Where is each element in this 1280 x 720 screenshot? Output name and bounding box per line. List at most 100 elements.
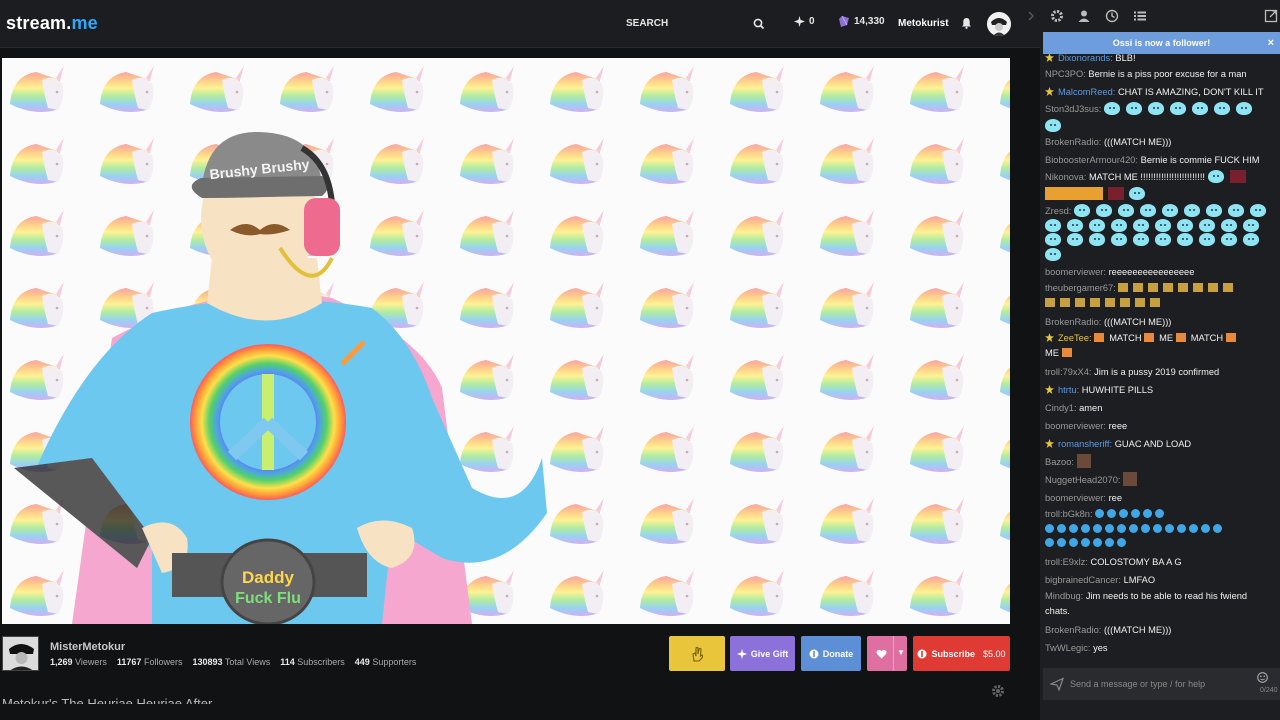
emote-icon [1045, 233, 1061, 246]
face-emote-icon [1123, 472, 1138, 486]
emote-icon [1191, 102, 1208, 115]
emote-icon [1103, 102, 1120, 115]
drop-emote-icon [1117, 538, 1126, 547]
chat-message: TwWLegic: yes [1045, 639, 1273, 657]
chat-username[interactable]: theubergamer67: [1045, 283, 1116, 293]
channel-name[interactable]: MisterMetokur [50, 641, 125, 653]
history-icon[interactable] [1105, 9, 1119, 23]
popout-icon[interactable] [1264, 9, 1278, 23]
emote-icon [1073, 204, 1090, 217]
donate-button[interactable]: Donate [801, 636, 861, 671]
heart-button[interactable]: ▼ [867, 636, 907, 671]
chevron-right-icon[interactable] [1024, 9, 1038, 23]
chat-username[interactable]: troll:E9xlz: [1045, 557, 1088, 567]
emote-icon [1161, 204, 1178, 217]
viewers-stat: 1,269 Viewers [50, 657, 107, 667]
chat-message: Zresd: [1045, 204, 1273, 262]
chat-username[interactable]: BrokenRadio: [1045, 137, 1101, 147]
search-bar[interactable]: SEARCH [618, 14, 772, 34]
gear-icon[interactable] [991, 684, 1005, 698]
chat-message: boomerviewer: ree [1045, 489, 1273, 507]
hand-button[interactable] [669, 636, 725, 671]
subscribe-label: Subscribe [931, 648, 975, 659]
subscribers-label: Subscribers [297, 657, 345, 667]
close-icon[interactable]: × [1268, 32, 1274, 54]
chat-username[interactable]: romansheriff: [1058, 439, 1112, 449]
chat-username[interactable]: TwWLegic: [1045, 643, 1090, 653]
supporters-label: Supporters [372, 657, 417, 667]
chat-username[interactable]: troll:bGk8n: [1045, 509, 1093, 519]
chat-username[interactable]: troll:79xX4: [1045, 367, 1092, 377]
give-gift-button[interactable]: Give Gift [730, 636, 795, 671]
drop-emote-icon [1177, 523, 1186, 533]
chat-username[interactable]: Ston3dJ3sus: [1045, 104, 1101, 114]
chat-username[interactable]: ZeeTee: [1058, 333, 1092, 343]
drop-emote-icon [1105, 523, 1114, 533]
drop-emote-icon [1045, 538, 1054, 547]
chat-username[interactable]: BioboosterArmour420: [1045, 155, 1138, 165]
chat-text: MATCH [1190, 333, 1224, 343]
chat-username[interactable]: Mindbug: [1045, 591, 1083, 601]
logo-accent: me [71, 13, 98, 33]
channel-avatar[interactable] [2, 636, 39, 671]
emote-icon [1061, 348, 1072, 357]
drop-emote-icon [1069, 523, 1078, 533]
chat-username[interactable]: MalcomReed: [1058, 87, 1115, 97]
chat-message: NPC3PO: Bernie is a piss poor excuse for… [1045, 65, 1273, 83]
chat-message: bigbrainedCancer: LMFAO [1045, 571, 1273, 589]
emote-icon [1175, 333, 1186, 342]
list-icon[interactable] [1133, 9, 1147, 23]
chat-username[interactable]: BrokenRadio: [1045, 625, 1101, 635]
spark-icon [736, 648, 747, 659]
chat-username[interactable]: boomerviewer: [1045, 493, 1106, 503]
user-icon[interactable] [1077, 9, 1091, 23]
star-badge-icon [1045, 385, 1054, 394]
subscribe-button[interactable]: Subscribe $5.00 [913, 636, 1010, 671]
site-logo[interactable]: stream.me [6, 13, 98, 34]
emote-icon [1183, 204, 1200, 217]
drop-emote-icon [1069, 538, 1078, 547]
drop-emote-icon [1081, 523, 1090, 533]
belt-text-line1: Daddy [242, 568, 295, 587]
emote-icon [1139, 204, 1156, 217]
emote-icon [1117, 204, 1134, 217]
user-avatar[interactable] [987, 12, 1011, 36]
gear-icon[interactable] [1050, 9, 1064, 23]
drop-emote-icon [1057, 523, 1066, 533]
username-link[interactable]: Metokurist [898, 18, 949, 29]
chat-username[interactable]: Cindy1: [1045, 403, 1077, 413]
chat-username[interactable]: boomerviewer: [1045, 421, 1106, 431]
bell-icon[interactable] [961, 17, 972, 29]
chat-username[interactable]: boomerviewer: [1045, 267, 1106, 277]
chat-username[interactable]: NPC3PO: [1045, 69, 1086, 79]
chat-username[interactable]: NuggetHead2070: [1045, 475, 1120, 485]
send-icon[interactable] [1050, 677, 1064, 691]
chat-username[interactable]: Nikonova: [1045, 172, 1086, 182]
chat-input[interactable]: Send a message or type / for help 0/240 [1043, 668, 1280, 700]
chat-username[interactable]: Zresd: [1045, 206, 1071, 216]
gems-counter[interactable]: 14,330 [838, 16, 885, 27]
emote-icon [1089, 233, 1105, 246]
chat-message: romansheriff: GUAC AND LOAD [1045, 435, 1273, 453]
emote-icon [1150, 298, 1160, 307]
emote-icon [1067, 233, 1083, 246]
emoji-icon[interactable] [1257, 672, 1268, 683]
emote-icon [1045, 298, 1055, 307]
video-player[interactable]: Daddy Fuck Flu Brushy Brushy [2, 58, 1010, 624]
emote-icon [1199, 233, 1215, 246]
chat-username[interactable]: bigbrainedCancer: [1045, 575, 1121, 585]
emote-icon [1133, 283, 1144, 292]
star-badge-icon [1045, 439, 1054, 448]
drop-emote-icon [1201, 523, 1210, 533]
chat-username[interactable]: Bazoo: [1045, 457, 1074, 467]
chevron-down-icon[interactable]: ▼ [897, 648, 905, 657]
chat-username[interactable]: htrtu: [1058, 385, 1079, 395]
drop-emote-icon [1057, 538, 1066, 547]
emote-icon [1111, 218, 1127, 232]
chat-text: MATCH [1109, 333, 1142, 343]
chat-username[interactable]: BrokenRadio: [1045, 317, 1101, 327]
sparks-counter[interactable]: 0 [794, 16, 815, 27]
emote-icon [1155, 233, 1171, 246]
chat-username[interactable]: Dixonorands: [1058, 54, 1113, 63]
search-icon[interactable] [752, 17, 766, 31]
